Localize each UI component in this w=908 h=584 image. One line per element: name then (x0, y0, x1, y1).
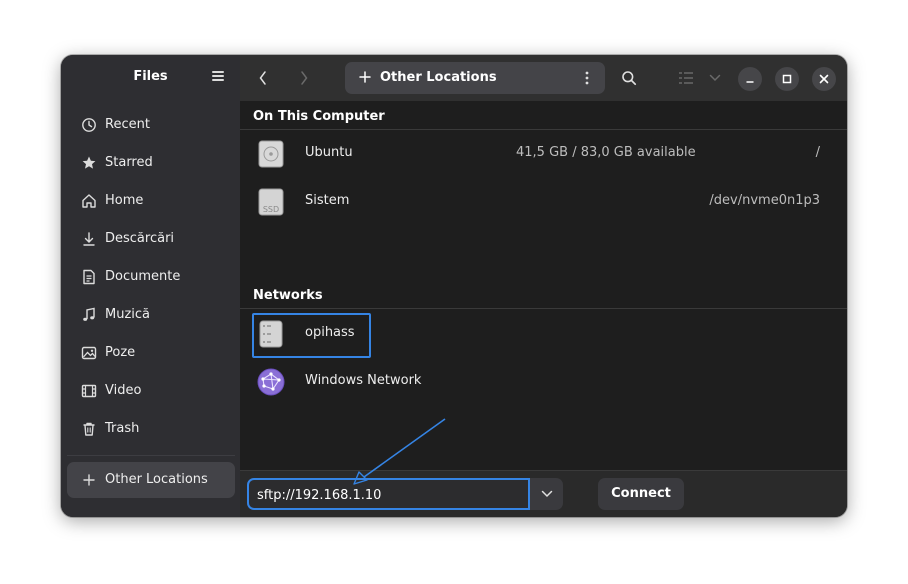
annotation-arrow (353, 418, 446, 485)
